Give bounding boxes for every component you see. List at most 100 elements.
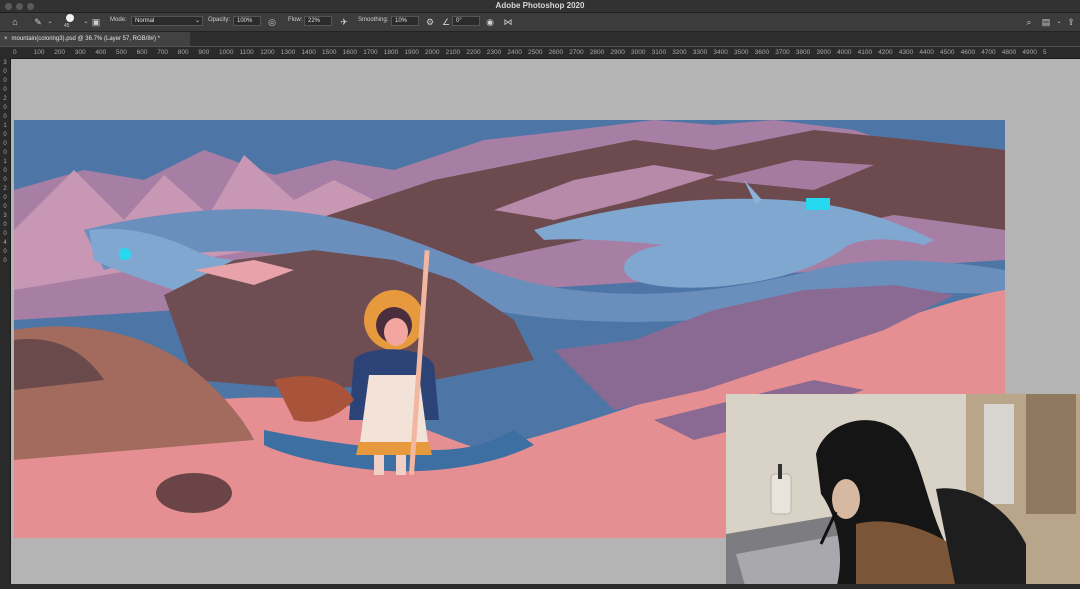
workspace-icon[interactable]: ▤ [1040, 16, 1052, 28]
ruler-tick-label: 900 [198, 49, 210, 56]
artist-webcam-image [726, 394, 1080, 589]
ruler-tick-label: 300 [74, 49, 86, 56]
search-icon[interactable]: ⌕ [1023, 16, 1035, 28]
ruler-tick-label: 0 [3, 150, 7, 156]
ruler-tick-label: 3800 [795, 49, 811, 56]
ruler-tick-label: 1600 [342, 49, 358, 56]
ruler-tick-label: 3 [3, 60, 7, 66]
ruler-tick-label: 4 [3, 240, 7, 246]
ruler-tick-label: 1200 [260, 49, 275, 56]
ruler-tick-label: 1800 [383, 49, 399, 56]
ruler-tick-label: 2900 [610, 49, 625, 56]
ruler-origin[interactable] [0, 47, 10, 58]
flow-label: Flow: [288, 17, 303, 23]
ruler-tick-label: 1500 [322, 49, 337, 56]
ruler-tick-label: 0 [3, 132, 7, 138]
opacity-value: 100% [237, 18, 253, 24]
ruler-tick-label: 0 [3, 222, 7, 228]
flow-input[interactable]: 22% [304, 16, 332, 26]
ruler-tick-label: 3100 [651, 49, 667, 56]
flow-value: 22% [308, 18, 321, 24]
gear-icon[interactable]: ⚙ [424, 16, 436, 28]
home-icon[interactable]: ⌂ [9, 16, 21, 28]
ruler-tick-label: 3900 [816, 49, 831, 56]
ruler-tick-label: 4200 [878, 49, 893, 56]
mode-select[interactable]: Normal ⌄ [131, 16, 203, 26]
angle-input[interactable]: 0° [452, 16, 480, 26]
ruler-tick-label: 4000 [837, 49, 852, 56]
brush-icon[interactable]: ✎ [32, 16, 44, 28]
chevron-down-icon: ⌄ [194, 18, 200, 24]
brush-tip-icon [66, 14, 74, 22]
ruler-tick-label: 1400 [301, 49, 316, 56]
ruler-tick-label: 0 [3, 87, 7, 93]
horizontal-ruler[interactable]: 0 100 200 300 400 500 600 700 800 900 1000 1100 1200… [10, 47, 1080, 59]
opacity-input[interactable]: 100% [233, 16, 261, 26]
ruler-tick-label: 2600 [548, 49, 564, 56]
chevron-down-icon[interactable]: ⌄ [44, 16, 56, 28]
brush-preset-picker[interactable]: 45 [63, 14, 79, 30]
ruler-tick-label: 0 [13, 49, 17, 56]
title-bar: Adobe Photoshop 2020 [0, 0, 1080, 13]
ruler-tick-label: 2700 [569, 49, 584, 56]
vertical-ruler[interactable]: 3 0 0 0 2 0 0 1 0 0 0 1 0 0 2 0 0 3 0 0 4 0 0 [0, 58, 11, 589]
ruler-tick-label: 2800 [589, 49, 605, 56]
ruler-tick-label: 0 [3, 258, 7, 264]
ruler-tick-label: 100 [33, 49, 45, 56]
ruler-tick-label: 2 [3, 186, 7, 192]
ruler-tick-label: 0 [3, 114, 7, 120]
ruler-tick-label: 2500 [528, 49, 543, 56]
ruler-tick-label: 3 [3, 213, 7, 219]
smoothing-input[interactable]: 10% [391, 16, 419, 26]
butterfly-icon[interactable]: ⋈ [502, 16, 514, 28]
ruler-tick-label: 4800 [1001, 49, 1017, 56]
pressure-size-icon[interactable]: ◉ [484, 16, 496, 28]
mode-label: Mode: [110, 17, 127, 23]
ruler-tick-label: 2000 [425, 49, 440, 56]
ruler-tick-label: 0 [3, 105, 7, 111]
opacity-label: Opacity: [208, 17, 231, 23]
ruler-tick-label: 1700 [363, 49, 378, 56]
angle-value: 0° [456, 18, 462, 24]
share-icon[interactable]: ⇪ [1065, 16, 1077, 28]
ruler-tick-label: 700 [157, 49, 169, 56]
ruler-tick-label: 0 [3, 141, 7, 147]
ruler-tick-label: 200 [54, 49, 66, 56]
smoothing-value: 10% [395, 18, 408, 24]
ruler-tick-label: 2300 [486, 49, 502, 56]
chevron-down-icon[interactable]: ⌄ [1053, 16, 1065, 28]
airbrush-icon[interactable]: ✈ [338, 16, 350, 28]
ruler-tick-label: 4100 [857, 49, 873, 56]
status-bar [0, 584, 1080, 589]
ruler-tick-label: 0 [3, 69, 7, 75]
angle-icon: ∠ [441, 17, 451, 27]
ruler-tick-label: 4300 [898, 49, 914, 56]
brush-panel-icon[interactable]: ▣ [90, 16, 102, 28]
pressure-opacity-icon[interactable]: ◎ [266, 16, 278, 28]
ruler-tick-label: 0 [3, 177, 7, 183]
ruler-tick-label: 3000 [631, 49, 646, 56]
document-tab[interactable]: × mountain(coloring3).psd @ 36.7% (Layer … [0, 32, 190, 46]
ruler-tick-label: 800 [177, 49, 189, 56]
ruler-tick-label: 1900 [404, 49, 419, 56]
close-tab-icon[interactable]: × [4, 36, 8, 42]
ruler-tick-label: 0 [3, 249, 7, 255]
ruler-tick-label: 0 [3, 204, 7, 210]
ruler-tick-label: 2400 [507, 49, 522, 56]
brush-size-value: 45 [64, 23, 70, 29]
ruler-tick-label: 3600 [754, 49, 770, 56]
ruler-tick-label: 1300 [280, 49, 296, 56]
ruler-tick-label: 3400 [713, 49, 728, 56]
ruler-tick-label: 0 [3, 168, 7, 174]
ruler-tick-label: 4500 [940, 49, 955, 56]
ruler-tick-label: 500 [116, 49, 127, 56]
ruler-tick-label: 3200 [672, 49, 687, 56]
ruler-tick-label: 1 [3, 123, 7, 129]
ruler-tick-label: 3300 [692, 49, 708, 56]
ruler-tick-label: 2200 [466, 49, 481, 56]
ruler-tick-label: 1 [3, 159, 7, 165]
smoothing-label: Smoothing: [358, 17, 389, 23]
webcam-overlay [726, 394, 1080, 589]
ruler-tick-label: 3700 [775, 49, 790, 56]
options-bar: ⌂ ✎ ⌄ 45 ⌄ ▣ Mode: Normal ⌄ Opacity: 100%… [0, 13, 1080, 32]
